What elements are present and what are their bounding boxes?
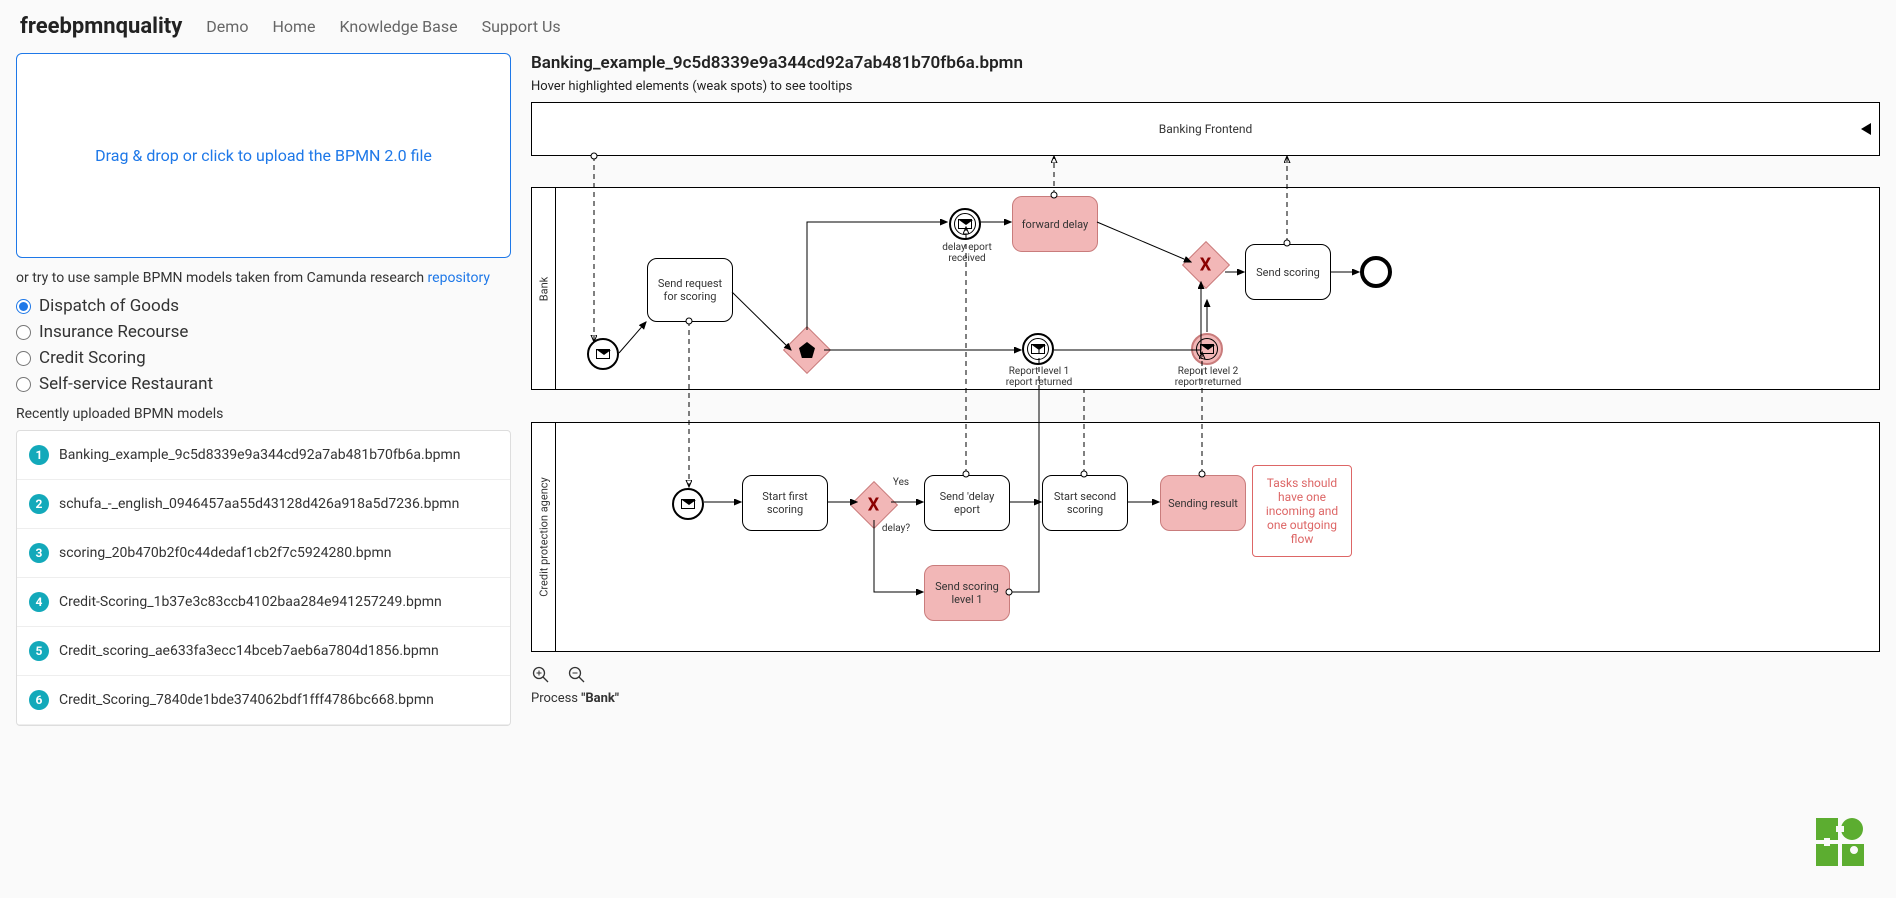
radio-insurance[interactable]: Insurance Recourse xyxy=(16,322,511,342)
nav-support[interactable]: Support Us xyxy=(482,17,561,36)
label-report-level1: Report level 1 report returned xyxy=(1004,366,1074,388)
recent-list[interactable]: 1Banking_example_9c5d8339e9a344cd92a7ab4… xyxy=(16,430,511,726)
nav-kb[interactable]: Knowledge Base xyxy=(340,17,458,36)
zoom-in-icon xyxy=(532,666,550,684)
bpmn-io-logo[interactable] xyxy=(1814,816,1866,868)
radio-restaurant[interactable]: Self-service Restaurant xyxy=(16,374,511,394)
gateway-xor-1[interactable]: X xyxy=(1182,241,1230,289)
samples-line: or try to use sample BPMN models taken f… xyxy=(16,270,511,286)
label-delay-q: delay? xyxy=(876,523,916,534)
pentagon-icon xyxy=(799,342,815,358)
repository-link[interactable]: repository xyxy=(428,270,490,286)
lane-title-agency: Credit protection agency xyxy=(532,423,556,651)
weak-spot-tooltip: Tasks should have one incoming and one o… xyxy=(1252,465,1352,557)
navbar: freebpmnquality Demo Home Knowledge Base… xyxy=(0,0,1896,53)
dropzone-text: Drag & drop or click to upload the BPMN … xyxy=(95,146,432,165)
task-send-delay-report: Send 'delay eport xyxy=(924,475,1010,531)
start-event xyxy=(587,338,619,370)
start-event-agency xyxy=(672,488,704,520)
recent-item[interactable]: 4Credit-Scoring_1b37e3c83ccb4102baa284e9… xyxy=(17,578,510,627)
file-title: Banking_example_9c5d8339e9a344cd92a7ab48… xyxy=(531,53,1880,73)
logo-icon xyxy=(1814,816,1866,868)
task-forward-delay[interactable]: forward delay xyxy=(1012,196,1098,252)
recent-item[interactable]: 2schufa_-_english_0946457aa55d43128d426a… xyxy=(17,480,510,529)
zoom-controls xyxy=(531,665,1880,685)
task-start-second: Start second scoring xyxy=(1042,475,1128,531)
event-gateway[interactable] xyxy=(783,326,831,374)
task-send-request: Send request for scoring xyxy=(647,258,733,322)
task-send-level1[interactable]: Send scoring level 1 xyxy=(924,565,1010,621)
zoom-in-button[interactable] xyxy=(531,665,551,685)
envelope-icon xyxy=(1031,344,1045,354)
label-delay-received: delay eport received xyxy=(932,242,1002,264)
recent-item[interactable]: 1Banking_example_9c5d8339e9a344cd92a7ab4… xyxy=(17,431,510,480)
brand[interactable]: freebpmnquality xyxy=(20,14,182,39)
upload-dropzone[interactable]: Drag & drop or click to upload the BPMN … xyxy=(16,53,511,258)
nav-demo[interactable]: Demo xyxy=(206,17,248,36)
message-marker-icon xyxy=(1861,123,1871,135)
event-report-level1 xyxy=(1022,333,1054,365)
label-report-level2: Report level 2 report returned xyxy=(1173,366,1243,388)
nav-home[interactable]: Home xyxy=(272,17,315,36)
process-line: Process "Bank" xyxy=(531,691,1880,706)
pool-frontend: Banking Frontend xyxy=(531,102,1880,156)
zoom-out-button[interactable] xyxy=(567,665,587,685)
recent-item[interactable]: 6Credit_Scoring_7840de1bde374062bdf1fff4… xyxy=(17,676,510,725)
label-yes: Yes xyxy=(886,477,916,488)
task-start-first: Start first scoring xyxy=(742,475,828,531)
event-delay-received xyxy=(949,208,981,240)
recent-item[interactable]: 5Credit_scoring_ae633fa3ecc14bceb7aeb6a7… xyxy=(17,627,510,676)
end-event xyxy=(1360,256,1392,288)
hover-hint: Hover highlighted elements (weak spots) … xyxy=(531,79,1880,94)
radio-dispatch[interactable]: Dispatch of Goods xyxy=(16,296,511,316)
sample-radio-group: Dispatch of Goods Insurance Recourse Cre… xyxy=(16,296,511,394)
task-send-scoring: Send scoring xyxy=(1245,244,1331,300)
recent-label: Recently uploaded BPMN models xyxy=(16,406,511,422)
zoom-out-icon xyxy=(568,666,586,684)
envelope-icon xyxy=(958,219,972,229)
lane-title-bank: Bank xyxy=(532,188,556,389)
pool-agency: Credit protection agency Start first sco… xyxy=(531,422,1880,652)
radio-credit[interactable]: Credit Scoring xyxy=(16,348,511,368)
pool-bank: Bank Send request for scoring delay epor… xyxy=(531,187,1880,390)
gateway-xor-delay[interactable]: X xyxy=(850,481,898,529)
event-report-level2[interactable] xyxy=(1191,333,1223,365)
envelope-icon xyxy=(1200,344,1214,354)
bpmn-diagram[interactable]: Banking Frontend Bank Send request for s… xyxy=(531,102,1880,657)
recent-item[interactable]: 3scoring_20b470b2f0c44dedaf1cb2f7c592428… xyxy=(17,529,510,578)
envelope-icon xyxy=(681,499,695,509)
task-sending-result[interactable]: Sending result xyxy=(1160,475,1246,531)
envelope-icon xyxy=(596,349,610,359)
